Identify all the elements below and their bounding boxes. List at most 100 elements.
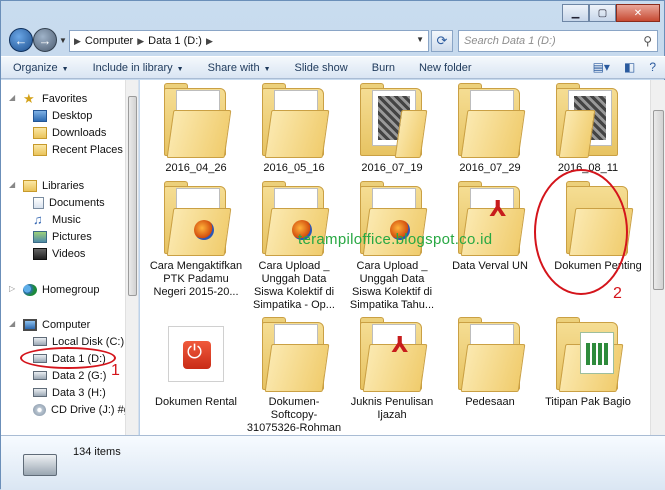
drive-icon: [33, 337, 47, 346]
file-item[interactable]: Dokumen Rental: [148, 314, 244, 409]
search-placeholder: Search Data 1 (D:): [464, 35, 556, 47]
organize-button[interactable]: Organize ▼: [1, 62, 81, 74]
new-folder-button[interactable]: New folder: [407, 62, 484, 74]
chevron-down-icon[interactable]: ▼: [416, 35, 424, 44]
search-input[interactable]: Search Data 1 (D:) ⚲: [458, 30, 658, 52]
share-with-button[interactable]: Share with ▼: [196, 62, 283, 74]
folder-icon: [254, 314, 334, 394]
file-item[interactable]: 2016_04_26: [148, 80, 244, 175]
burn-button[interactable]: Burn: [360, 62, 407, 74]
organize-label: Organize: [13, 61, 58, 74]
file-item[interactable]: ⅄ Data Verval UN: [442, 178, 538, 273]
annotation-circle-1: [20, 347, 116, 369]
file-item[interactable]: 2016_07_19: [344, 80, 440, 175]
folder-icon: ▶: [74, 35, 81, 46]
maximize-icon: ▢: [597, 7, 608, 19]
file-item[interactable]: Titipan Pak Bagio: [540, 314, 636, 409]
annotation-circle-2: [534, 169, 628, 295]
nav-label: Data 2 (G:): [52, 369, 107, 382]
file-item[interactable]: ⅄ Juknis Penulisan Ijazah: [344, 314, 440, 422]
nav-data2-g[interactable]: Data 2 (G:): [33, 367, 106, 384]
navigation-pane: ◢ ★ Favorites Desktop Downloads Recent Pl…: [1, 80, 139, 435]
expand-icon[interactable]: ▷: [9, 284, 15, 293]
file-item[interactable]: Pedesaan: [442, 314, 538, 409]
file-label: 2016_05_16: [263, 162, 325, 174]
videos-icon: [33, 247, 47, 260]
drive-icon: [23, 454, 57, 476]
chevron-down-icon: ▼: [263, 65, 271, 73]
star-icon: ★: [23, 90, 35, 106]
chevron-right-icon[interactable]: ▶: [206, 36, 213, 47]
nav-cd-drive-j[interactable]: CD Drive (J:) #goo: [33, 401, 138, 418]
change-view-icon[interactable]: ▤▾: [593, 60, 610, 74]
breadcrumb-computer[interactable]: Computer: [85, 35, 133, 47]
address-bar[interactable]: ▶ Computer ▶ Data 1 (D:) ▶ ▼: [69, 30, 429, 52]
nav-pictures[interactable]: Pictures: [33, 228, 92, 245]
nav-videos[interactable]: Videos: [33, 245, 85, 262]
arrow-right-icon: →: [38, 32, 52, 48]
nav-data3-h[interactable]: Data 3 (H:): [33, 384, 106, 401]
forward-button[interactable]: →: [33, 28, 57, 52]
maximize-button[interactable]: ▢: [589, 4, 616, 22]
scrollbar-thumb[interactable]: [128, 96, 137, 296]
nav-homegroup[interactable]: Homegroup: [23, 281, 99, 298]
folder-icon: [548, 314, 628, 394]
expand-icon[interactable]: ◢: [9, 319, 15, 328]
back-button[interactable]: ←: [9, 28, 33, 52]
navigation-scrollbar[interactable]: [125, 80, 138, 435]
refresh-icon: ⟳: [436, 33, 448, 48]
close-button[interactable]: ✕: [616, 4, 660, 22]
folder-icon: [156, 178, 236, 258]
title-bar: ▁ ▢ ✕: [1, 1, 665, 27]
nav-label: Documents: [49, 196, 105, 209]
file-label: Dokumen Rental: [155, 396, 237, 408]
homegroup-icon: [23, 283, 37, 296]
file-item[interactable]: 2016_08_11: [540, 80, 636, 175]
nav-libraries[interactable]: Libraries: [23, 177, 84, 194]
file-list-scrollbar[interactable]: [650, 80, 665, 435]
folder-icon: [450, 80, 530, 160]
file-label: Cara Upload _ Unggah Data Siswa Kolektif…: [253, 260, 335, 311]
expand-icon[interactable]: ◢: [9, 180, 15, 189]
share-label: Share with: [207, 61, 260, 74]
nav-label: Favorites: [42, 92, 88, 105]
scrollbar-thumb[interactable]: [653, 110, 664, 290]
search-icon[interactable]: ⚲: [643, 34, 652, 48]
folder-icon: [352, 80, 432, 160]
nav-computer[interactable]: Computer: [23, 316, 90, 333]
help-icon[interactable]: ?: [649, 60, 656, 74]
file-label: Titipan Pak Bagio: [545, 396, 631, 408]
item-count: 134 items: [73, 446, 121, 458]
nav-recent-places[interactable]: Recent Places: [33, 141, 123, 158]
file-label: Cara Upload _ Unggah Data Siswa Kolektif…: [349, 260, 435, 311]
preview-pane-icon[interactable]: ◧: [624, 60, 635, 74]
recent-places-icon: [33, 143, 47, 156]
nav-label: Computer: [42, 318, 91, 331]
breadcrumb-data1[interactable]: Data 1 (D:): [148, 35, 202, 47]
drive-icon: [33, 371, 47, 380]
nav-favorites[interactable]: ★ Favorites: [23, 90, 87, 107]
folder-icon: [548, 80, 628, 160]
file-item[interactable]: 2016_05_16: [246, 80, 342, 175]
nav-music[interactable]: ♫ Music: [33, 211, 81, 228]
file-item[interactable]: Cara Mengaktifkan PTK Padamu Negeri 2015…: [148, 178, 244, 299]
drive-icon: [33, 388, 47, 397]
nav-label: Local Disk (C:): [52, 335, 125, 348]
expand-icon[interactable]: ◢: [9, 93, 15, 102]
file-label: Juknis Penulisan Ijazah: [350, 396, 434, 421]
folder-icon: [254, 80, 334, 160]
nav-documents[interactable]: Documents: [33, 194, 105, 211]
include-in-library-button[interactable]: Include in library ▼: [81, 62, 196, 74]
file-item[interactable]: 2016_07_29: [442, 80, 538, 175]
nav-downloads[interactable]: Downloads: [33, 124, 106, 141]
recent-pages-dropdown[interactable]: ▼: [59, 36, 67, 45]
refresh-button[interactable]: ⟳: [431, 30, 453, 52]
file-label: 2016_04_26: [165, 162, 227, 174]
chevron-right-icon[interactable]: ▶: [137, 36, 144, 47]
slide-show-button[interactable]: Slide show: [283, 62, 360, 74]
minimize-button[interactable]: ▁: [562, 4, 589, 22]
file-item[interactable]: Dokumen-Softcopy-31075326-Rohman: [246, 314, 342, 435]
details-pane: 134 items: [1, 435, 665, 490]
nav-desktop[interactable]: Desktop: [33, 107, 92, 124]
nav-label: Desktop: [52, 109, 93, 122]
